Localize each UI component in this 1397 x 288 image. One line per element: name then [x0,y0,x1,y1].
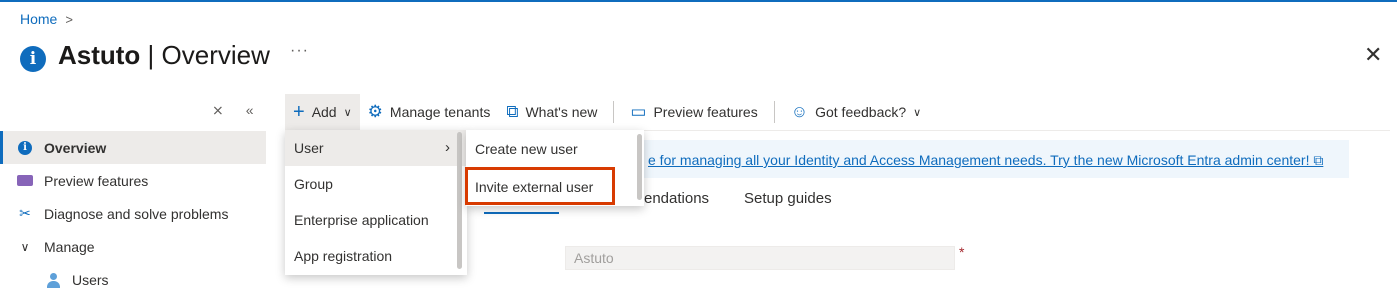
submenu-scrollbar[interactable] [637,134,642,200]
chevron-right-icon: › [445,139,450,156]
menu-item-enterprise-application[interactable]: Enterprise application [285,202,467,238]
close-icon[interactable]: ✕ [1364,42,1382,68]
whats-new-button[interactable]: ⧉ What's new [498,94,605,130]
feedback-icon: ☺ [790,102,809,121]
name-field[interactable]: Astuto [565,246,955,270]
menu-item-label: Enterprise application [294,212,429,228]
sidebar-item-label: Preview features [44,172,149,189]
menu-item-group[interactable]: Group [285,166,467,202]
plus-icon: + [293,100,305,123]
preview-icon [17,173,33,189]
got-feedback-button[interactable]: ☺ Got feedback? ∨ [783,94,929,130]
sidebar-item-label: Overview [44,139,107,156]
preview-features-label: Preview features [653,104,758,120]
gear-icon: ⚙ [367,102,383,121]
add-label: Add [311,104,337,120]
manage-tenants-label: Manage tenants [389,104,491,120]
whats-new-label: What's new [525,104,598,120]
sidebar: i Overview Preview features ✂ Diagnose a… [0,131,266,288]
collapse-sidebar-icon[interactable]: « [246,102,254,119]
menu-item-label: Group [294,176,333,192]
add-dropdown-menu: User › Group Enterprise application App … [285,130,467,275]
active-tab-indicator [484,212,559,214]
more-options-button[interactable]: ··· [290,42,309,60]
preview-features-button[interactable]: ▭ Preview features [622,94,765,130]
external-link-icon: ⧉ [506,102,519,121]
tab-setup-guides[interactable]: Setup guides [744,190,832,207]
command-bar: + Add ∨ ⚙ Manage tenants ⧉ What's new ▭ … [285,94,929,130]
menu-item-app-registration[interactable]: App registration [285,238,467,274]
wrench-icon: ✂ [19,205,31,221]
chevron-down-icon: ∨ [20,239,30,254]
menu-item-create-new-user[interactable]: Create new user [466,130,644,168]
collapse-x-icon[interactable]: ⨯ [212,102,224,119]
sidebar-item-label: Manage [44,238,95,255]
menu-item-label: App registration [294,248,393,264]
menu-item-user[interactable]: User › [285,130,467,166]
user-icon [45,272,61,288]
breadcrumb: Home > [20,11,73,27]
sidebar-controls: ⨯ « [212,102,254,119]
info-icon: i [17,140,33,156]
info-icon: i [20,46,46,72]
sidebar-item-manage[interactable]: ∨ Manage [0,230,266,263]
required-marker: * [959,244,965,260]
tab-recommendations[interactable]: endations [644,190,709,207]
sidebar-item-overview[interactable]: i Overview [0,131,266,164]
chevron-down-icon: ∨ [913,106,922,119]
sidebar-item-users[interactable]: Users [0,263,266,288]
sidebar-item-preview-features[interactable]: Preview features [0,164,266,197]
preview-icon: ▭ [630,102,647,121]
chevron-down-icon: ∨ [343,106,352,119]
add-button[interactable]: + Add ∨ [285,94,360,130]
menu-item-label: User [294,140,324,156]
menu-scrollbar[interactable] [457,132,462,269]
breadcrumb-home-link[interactable]: Home [20,11,57,27]
sidebar-item-diagnose[interactable]: ✂ Diagnose and solve problems [0,197,266,230]
got-feedback-label: Got feedback? [815,104,907,120]
page-header: i Astuto | Overview [20,38,270,72]
entra-admin-center-link[interactable]: e for managing all your Identity and Acc… [648,152,1323,169]
page-title: Astuto | Overview [58,39,270,70]
highlight-box [465,167,615,205]
sidebar-item-label: Diagnose and solve problems [44,205,229,222]
toolbar-divider [773,101,775,123]
menu-item-label: Create new user [475,141,578,157]
manage-tenants-button[interactable]: ⚙ Manage tenants [360,94,499,130]
toolbar-divider [613,101,615,123]
chevron-right-icon: > [65,11,73,27]
top-accent-line [0,0,1397,2]
sidebar-item-label: Users [72,271,109,288]
